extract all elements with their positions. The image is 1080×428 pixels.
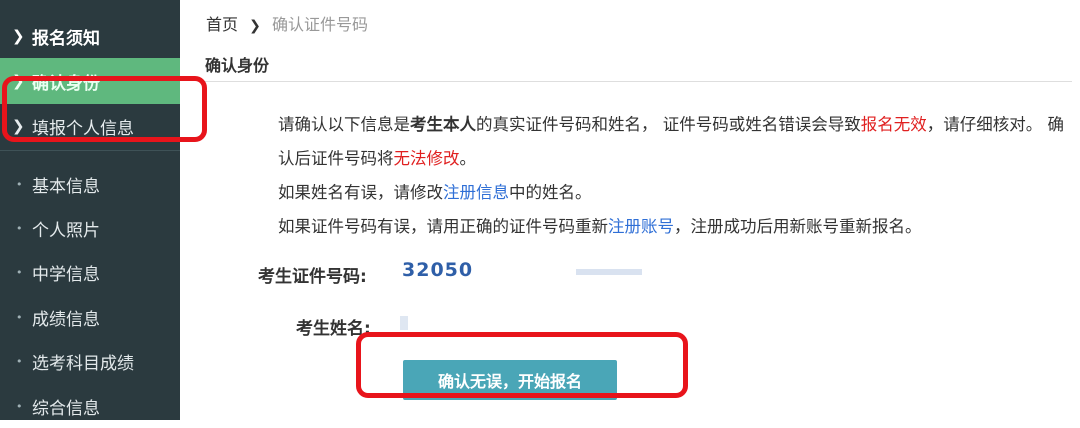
bullet-icon: • <box>16 221 23 235</box>
notice-warning: 无法修改 <box>393 149 460 168</box>
sidebar-subitem-label: 中学信息 <box>32 264 100 285</box>
divider <box>200 81 1072 82</box>
notice-text-segment: 如果证件号码有误，请用正确的证件号码重新 <box>278 217 608 236</box>
breadcrumb: 首页 ❯ 确认证件号码 <box>206 11 368 35</box>
id-number-value: 32050 <box>402 259 474 281</box>
section-title: 确认身份 <box>205 56 270 75</box>
register-account-link[interactable]: 注册账号 <box>608 217 674 236</box>
sidebar-subitem-label: 成绩信息 <box>32 309 100 330</box>
sidebar-item-label: 报名须知 <box>32 28 100 49</box>
notice-emphasis: 考生本人 <box>410 115 476 134</box>
sidebar-item-notice[interactable]: ❯ 报名须知 <box>0 14 180 58</box>
id-number-label: 考生证件号码: <box>258 267 367 287</box>
sidebar-subitem-elective-scores[interactable]: • 选考科目成绩 <box>0 339 180 383</box>
notice-text-segment: ，注册成功后用新账号重新报名。 <box>674 217 922 236</box>
chevron-right-icon: ❯ <box>12 27 25 45</box>
bullet-icon: • <box>16 354 23 368</box>
highlight-box <box>2 76 207 142</box>
bullet-icon: • <box>16 265 23 279</box>
sidebar-subitem-comprehensive-info[interactable]: • 综合信息 <box>0 384 180 428</box>
breadcrumb-current: 确认证件号码 <box>271 15 368 34</box>
sidebar-subitem-school-info[interactable]: • 中学信息 <box>0 250 180 294</box>
sidebar-subitem-label: 综合信息 <box>32 398 100 419</box>
sidebar: ❯ 报名须知 ❯ 确认身份 ❯ 填报个人信息 • 基本信息 • 个人照片 • 中… <box>0 0 180 420</box>
notice-text-segment: 的真实证件号码和姓名， 证件号码或姓名错误会导致 <box>476 115 861 134</box>
notice-text-segment: 。 <box>459 149 477 168</box>
divider <box>0 150 180 151</box>
highlight-box <box>356 332 688 398</box>
bullet-icon: • <box>16 399 23 413</box>
register-info-link[interactable]: 注册信息 <box>443 183 509 202</box>
sidebar-subitem-label: 基本信息 <box>32 176 100 197</box>
sidebar-subitem-label: 选考科目成绩 <box>32 353 134 374</box>
breadcrumb-home[interactable]: 首页 <box>206 15 238 34</box>
sidebar-subitem-basic-info[interactable]: • 基本信息 <box>0 162 180 206</box>
notice-text-segment: 请确认以下信息是 <box>278 115 410 134</box>
notice-warning: 报名无效 <box>860 115 927 134</box>
notice-text-segment: 如果姓名有误，请修改 <box>278 183 443 202</box>
bullet-icon: • <box>16 177 23 191</box>
redaction-remnant <box>576 269 642 275</box>
redaction-remnant <box>400 316 408 330</box>
bullet-icon: • <box>16 310 23 324</box>
sidebar-subitem-scores[interactable]: • 成绩信息 <box>0 295 180 339</box>
notice-text-segment: 中的姓名。 <box>509 183 592 202</box>
sidebar-subitem-photo[interactable]: • 个人照片 <box>0 206 180 250</box>
chevron-right-icon: ❯ <box>249 18 261 34</box>
sidebar-subitem-label: 个人照片 <box>32 220 100 241</box>
notice-text: 请确认以下信息是考生本人的真实证件号码和姓名， 证件号码或姓名错误会导致报名无效… <box>278 108 1068 244</box>
